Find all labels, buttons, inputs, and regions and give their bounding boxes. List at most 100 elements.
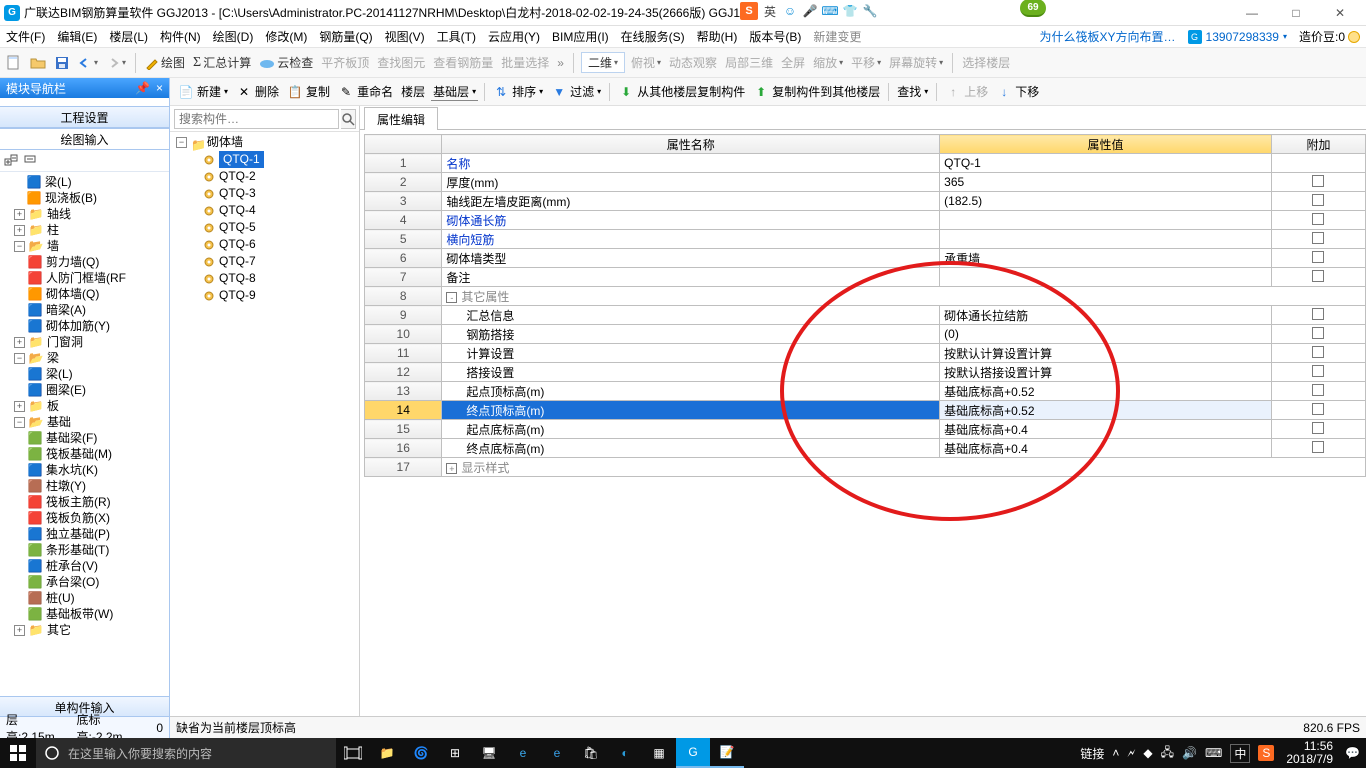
- property-row[interactable]: 11计算设置按默认计算设置计算: [365, 344, 1366, 363]
- tree-anliang[interactable]: 暗梁(A): [44, 302, 88, 318]
- tree-zhudun[interactable]: 柱墩(Y): [44, 478, 88, 494]
- tree-zhuangcheng[interactable]: 桩承台(V): [44, 558, 100, 574]
- copy-button[interactable]: 📋复制: [285, 83, 332, 100]
- redo-button[interactable]: ▾: [104, 56, 128, 70]
- menu-component[interactable]: 构件(N): [160, 28, 201, 45]
- store-icon[interactable]: 🛍: [574, 738, 608, 768]
- property-row[interactable]: 14终点顶标高(m)基础底标高+0.52: [365, 401, 1366, 420]
- menu-cloud[interactable]: 云应用(Y): [488, 28, 540, 45]
- movedown-button[interactable]: ↓下移: [994, 83, 1041, 100]
- delete-button[interactable]: ✕删除: [234, 83, 281, 100]
- expand-toggle[interactable]: +: [14, 225, 25, 236]
- sum-button[interactable]: Σ汇总计算: [191, 54, 253, 71]
- tree-fabanzhu[interactable]: 筏板主筋(R): [44, 494, 113, 510]
- task-view-icon[interactable]: [336, 738, 370, 768]
- tree-liangL[interactable]: 梁(L): [44, 366, 75, 382]
- nav-tab-draw[interactable]: 绘图输入: [0, 128, 169, 150]
- tray-up-icon[interactable]: ˄: [1112, 746, 1119, 760]
- ime-badge[interactable]: 69: [1020, 0, 1046, 17]
- property-row[interactable]: 13起点顶标高(m)基础底标高+0.52: [365, 382, 1366, 401]
- topview-button[interactable]: 俯视▾: [629, 54, 663, 71]
- expand-toggle[interactable]: +: [14, 337, 25, 348]
- checkbox[interactable]: [1312, 422, 1324, 434]
- draw-button[interactable]: 绘图: [143, 54, 187, 71]
- find-button[interactable]: 查找▾: [895, 83, 930, 100]
- ime-lang[interactable]: 英: [762, 3, 778, 19]
- property-row[interactable]: 7备注: [365, 268, 1366, 287]
- maximize-button[interactable]: □: [1274, 2, 1318, 24]
- tree-renfang[interactable]: 人防门框墙(RF: [44, 270, 128, 286]
- checkbox[interactable]: [1312, 346, 1324, 358]
- dynamic-button[interactable]: 动态观察: [667, 54, 719, 71]
- expand-toggle[interactable]: +: [14, 625, 25, 636]
- component-item[interactable]: QTQ-9: [188, 287, 357, 304]
- sogou-icon[interactable]: S: [740, 2, 758, 20]
- property-row[interactable]: 16终点底标高(m)基础底标高+0.4: [365, 439, 1366, 458]
- fullscreen-button[interactable]: 全屏: [779, 54, 807, 71]
- component-item[interactable]: QTQ-1: [188, 151, 357, 168]
- menu-new-change[interactable]: 新建变更: [813, 28, 861, 45]
- more-1[interactable]: »: [555, 56, 566, 70]
- minimize-button[interactable]: —: [1230, 2, 1274, 24]
- new-file-icon[interactable]: [4, 53, 24, 73]
- coin-balance[interactable]: 造价豆:0: [1299, 28, 1360, 45]
- tree-chengtai[interactable]: 承台梁(O): [44, 574, 101, 590]
- tree-xianjiao[interactable]: 现浇板(B): [43, 190, 99, 206]
- toggle-icon[interactable]: -: [446, 292, 457, 303]
- tray-sogou-icon[interactable]: S: [1258, 745, 1274, 761]
- tree-menchuang[interactable]: 门窗洞: [45, 334, 85, 350]
- tray-clock[interactable]: 11:56 2018/7/9: [1282, 740, 1337, 766]
- local3d-button[interactable]: 局部三维: [723, 54, 775, 71]
- tree-zhouxian[interactable]: 轴线: [45, 206, 73, 222]
- checkbox[interactable]: [1312, 194, 1324, 206]
- checkbox[interactable]: [1312, 270, 1324, 282]
- toggle-icon[interactable]: +: [446, 463, 457, 474]
- checkbox[interactable]: [1312, 308, 1324, 320]
- tree-jishuikeng[interactable]: 集水坑(K): [44, 462, 100, 478]
- component-item[interactable]: QTQ-8: [188, 270, 357, 287]
- flat-top-button[interactable]: 平齐板顶: [319, 54, 371, 71]
- component-item[interactable]: QTQ-5: [188, 219, 357, 236]
- property-row[interactable]: 12搭接设置按默认搭接设置计算: [365, 363, 1366, 382]
- component-item[interactable]: QTQ-2: [188, 168, 357, 185]
- checkbox[interactable]: [1312, 213, 1324, 225]
- undo-button[interactable]: ▾: [76, 56, 100, 70]
- find-element-button[interactable]: 查找图元: [375, 54, 427, 71]
- open-file-icon[interactable]: [28, 53, 48, 73]
- tree-jichuban[interactable]: 基础板带(W): [44, 606, 115, 622]
- tip-link[interactable]: 为什么筏板XY方向布置…: [1040, 28, 1176, 45]
- ie-icon[interactable]: e: [540, 738, 574, 768]
- rotate-button[interactable]: 屏幕旋转▾: [887, 54, 945, 71]
- collapse-toggle[interactable]: −: [14, 417, 25, 428]
- app-icon-3[interactable]: 🖥: [472, 738, 506, 768]
- menu-tool[interactable]: 工具(T): [437, 28, 476, 45]
- menu-online[interactable]: 在线服务(S): [621, 28, 685, 45]
- tree-fabanjichu[interactable]: 筏板基础(M): [44, 446, 114, 462]
- view-rebar-button[interactable]: 查看钢筋量: [431, 54, 495, 71]
- checkbox[interactable]: [1312, 232, 1324, 244]
- floor-select[interactable]: 楼层: [399, 83, 427, 100]
- tray-app-icon[interactable]: ◆: [1143, 746, 1152, 760]
- pin-icon[interactable]: 📌: [135, 81, 150, 95]
- property-row[interactable]: 2厚度(mm)365: [365, 173, 1366, 192]
- copy-from-button[interactable]: ⬇从其他楼层复制构件: [616, 83, 747, 100]
- collapse-toggle[interactable]: −: [14, 241, 25, 252]
- ime-mic-icon[interactable]: 🎤: [802, 3, 818, 19]
- prop-tab[interactable]: 属性编辑: [364, 107, 438, 130]
- menu-modify[interactable]: 修改(M): [265, 28, 307, 45]
- checkbox[interactable]: [1312, 365, 1324, 377]
- notifications-icon[interactable]: 💬: [1345, 746, 1360, 760]
- ggj-app-icon[interactable]: G: [676, 738, 710, 768]
- copy-to-button[interactable]: ⬆复制构件到其他楼层: [751, 83, 882, 100]
- menu-view[interactable]: 视图(V): [385, 28, 425, 45]
- edge-icon[interactable]: e: [506, 738, 540, 768]
- checkbox[interactable]: [1312, 441, 1324, 453]
- filter-button[interactable]: ▼过滤▾: [549, 83, 603, 100]
- tree-dulijichu[interactable]: 独立基础(P): [44, 526, 112, 542]
- property-row[interactable]: 9汇总信息砌体通长拉结筋: [365, 306, 1366, 325]
- zoom-button[interactable]: 缩放▾: [811, 54, 845, 71]
- menu-rebar[interactable]: 钢筋量(Q): [319, 28, 372, 45]
- nav-tab-project[interactable]: 工程设置: [0, 106, 169, 128]
- property-row[interactable]: 6砌体墙类型承重墙: [365, 249, 1366, 268]
- nav-close-icon[interactable]: ×: [156, 81, 163, 95]
